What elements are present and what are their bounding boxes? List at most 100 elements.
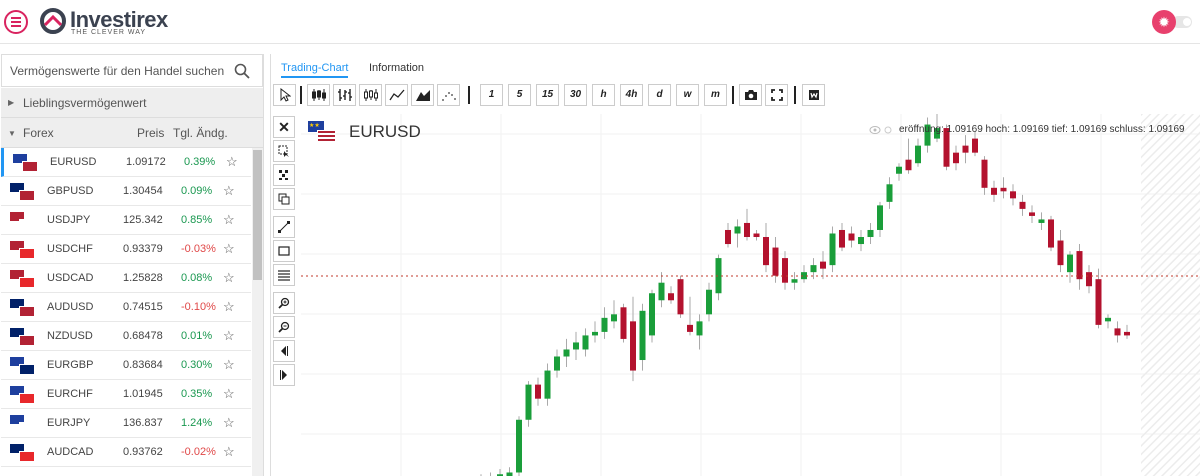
row-change: 1.24% (181, 417, 213, 429)
timeframe-w[interactable]: w (676, 84, 699, 106)
price-chart[interactable]: ★★ EURUSD eröffnung: 1.09169 hoch: 1.091… (301, 114, 1200, 476)
bars-icon[interactable] (333, 84, 356, 106)
tab-information[interactable]: Information (369, 62, 424, 74)
timeframe-5[interactable]: 5 (508, 84, 531, 106)
candle-body (1048, 219, 1054, 248)
candle (1038, 212, 1045, 230)
candle-body (554, 356, 560, 371)
forex-row-usdchf[interactable]: USDCHF 0.93379 -0.03% ☆ (1, 235, 251, 264)
forex-row-usdcad[interactable]: USDCAD 1.25828 0.08% ☆ (1, 264, 251, 293)
next-icon[interactable] (273, 364, 295, 386)
hamburger-menu-icon[interactable] (4, 10, 28, 34)
candle (497, 468, 503, 476)
rectangle-icon[interactable] (273, 240, 295, 262)
row-change: -0.03% (181, 243, 216, 255)
logo[interactable]: Investirex THE CLEVER WAY (40, 6, 180, 38)
candles-icon[interactable] (307, 84, 330, 106)
pattern-icon[interactable] (273, 164, 295, 186)
row-change: -0.10% (181, 301, 216, 313)
forex-row-audusd[interactable]: AUDUSD 0.74515 -0.10% ☆ (1, 293, 251, 322)
zoom-out-icon[interactable] (273, 316, 295, 338)
favorite-star-icon[interactable]: ☆ (223, 183, 235, 199)
favorite-star-icon[interactable]: ☆ (223, 386, 235, 402)
row-symbol: USDCAD (47, 272, 94, 284)
forex-row-gbpusd[interactable]: GBPUSD 1.30454 0.09% ☆ (1, 177, 251, 206)
favorite-star-icon[interactable]: ☆ (223, 270, 235, 286)
column-header-change: Tgl. Ändg. (173, 126, 228, 140)
copy-icon[interactable] (273, 188, 295, 210)
select-icon[interactable] (273, 140, 295, 162)
timeframe-1[interactable]: 1 (480, 84, 503, 106)
forex-row-eurgbp[interactable]: EURGBP 0.83684 0.30% ☆ (1, 351, 251, 380)
row-change: 0.08% (181, 272, 213, 284)
candle-body (886, 184, 893, 202)
timeframe-h[interactable]: h (592, 84, 615, 106)
forex-row-nzdusd[interactable]: NZDUSD 0.68478 0.01% ☆ (1, 322, 251, 351)
indicator-icon[interactable] (802, 84, 825, 106)
timeframe-m[interactable]: m (704, 84, 727, 106)
candle-body (896, 166, 902, 174)
candle-body (658, 282, 665, 301)
candle-body (544, 370, 551, 399)
tab-trading-chart[interactable]: Trading-Chart (281, 62, 349, 78)
search-input[interactable] (10, 61, 230, 81)
favorite-star-icon[interactable]: ☆ (226, 154, 238, 170)
favorite-star-icon[interactable]: ☆ (223, 415, 235, 431)
favorite-star-icon[interactable]: ☆ (223, 328, 235, 344)
candle (620, 303, 627, 343)
candle (886, 177, 893, 209)
search-icon[interactable] (234, 63, 250, 79)
camera-icon[interactable] (739, 84, 762, 106)
cursor-icon[interactable] (273, 84, 296, 106)
timeframe-d[interactable]: d (648, 84, 671, 106)
candle-body (1019, 201, 1026, 209)
timeframe-15[interactable]: 15 (536, 84, 559, 106)
favorites-section[interactable]: ▶ Lieblingsvermögenwert (1, 88, 263, 118)
candle-body (506, 472, 513, 476)
row-price: 136.837 (123, 417, 163, 429)
trendline-icon[interactable] (273, 216, 295, 238)
close-icon[interactable]: ✕ (273, 116, 295, 138)
theme-toggle[interactable]: ✹ (1150, 8, 1196, 36)
forex-row-eurusd[interactable]: EURUSD 1.09172 0.39% ☆ (1, 148, 251, 177)
candle (573, 331, 579, 361)
dots-icon[interactable] (437, 84, 460, 106)
row-symbol: EURUSD (50, 156, 97, 168)
area-icon[interactable] (411, 84, 434, 106)
forex-row-eurchf[interactable]: EURCHF 1.01945 0.35% ☆ (1, 380, 251, 409)
timeframe-4h[interactable]: 4h (620, 84, 643, 106)
forex-row-usdjpy[interactable]: USDJPY 125.342 0.85% ☆ (1, 206, 251, 235)
forex-row-eurjpy[interactable]: EURJPY 136.837 1.24% ☆ (1, 409, 251, 438)
favorite-star-icon[interactable]: ☆ (223, 444, 235, 460)
favorite-star-icon[interactable]: ☆ (223, 357, 235, 373)
candle (706, 282, 712, 322)
candle-body (1105, 317, 1111, 322)
candle (1076, 244, 1083, 290)
currency-pair-flag-icon (9, 240, 37, 260)
favorite-star-icon[interactable]: ☆ (223, 241, 235, 257)
forex-row-audcad[interactable]: AUDCAD 0.93762 -0.02% ☆ (1, 438, 251, 467)
prev-icon[interactable] (273, 340, 295, 362)
fullscreen-icon[interactable] (765, 84, 788, 106)
candle (905, 138, 912, 174)
candle-body (1038, 219, 1045, 223)
scrollbar-thumb[interactable] (253, 150, 262, 280)
favorite-star-icon[interactable]: ☆ (223, 299, 235, 315)
timeframe-30[interactable]: 30 (564, 84, 587, 106)
forex-section-header[interactable]: ▼ Forex Preis Tgl. Ändg. (1, 118, 263, 148)
zoom-in-icon[interactable] (273, 292, 295, 314)
hollow-candles-icon[interactable] (359, 84, 382, 106)
candle-body (535, 384, 541, 399)
candle (725, 222, 731, 248)
candle (611, 300, 617, 329)
row-symbol: EURJPY (47, 417, 91, 429)
line-icon[interactable] (385, 84, 408, 106)
candlestick-chart[interactable] (301, 114, 1200, 476)
candle (563, 338, 570, 368)
column-header-price: Preis (137, 126, 165, 140)
row-price: 125.342 (123, 214, 163, 226)
eye-icon[interactable] (869, 124, 893, 136)
favorite-star-icon[interactable]: ☆ (223, 212, 235, 228)
candle-body (1124, 331, 1130, 336)
lines-icon[interactable] (273, 264, 295, 286)
